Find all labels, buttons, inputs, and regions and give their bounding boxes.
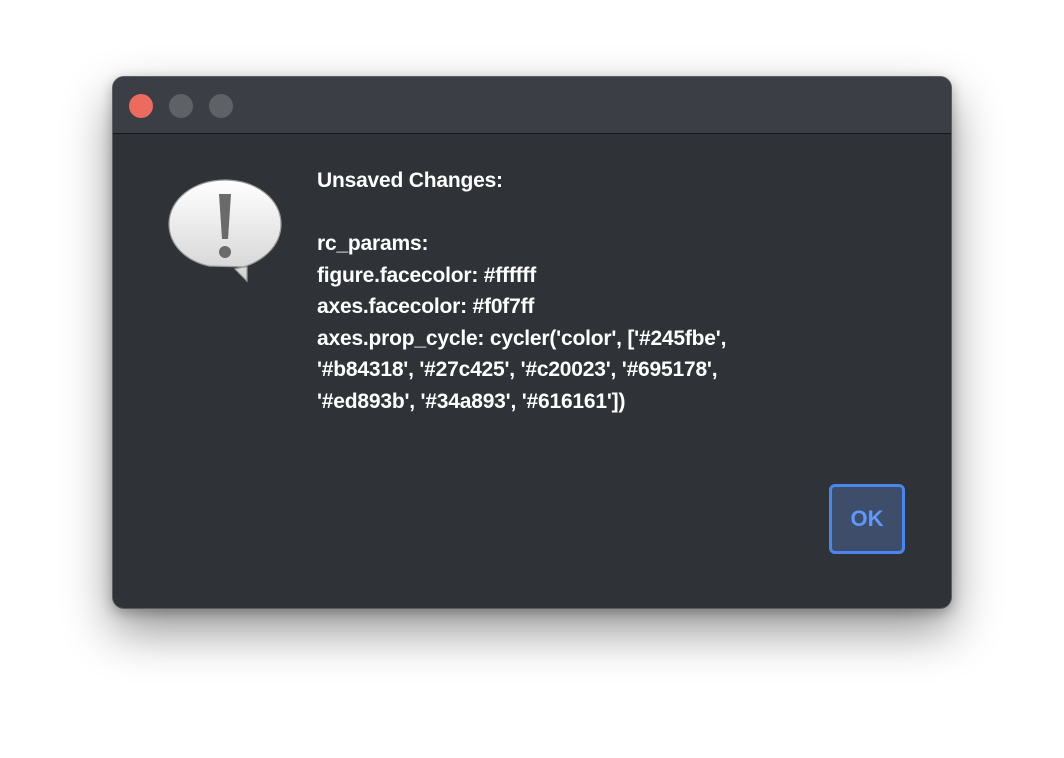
- message-line: axes.prop_cycle: cycler('color', ['#245f…: [317, 326, 727, 350]
- message-line: '#ed893b', '#34a893', '#616161']): [317, 389, 626, 413]
- message-line: rc_params:: [317, 232, 429, 255]
- message-line: '#b84318', '#27c425', '#c20023', '#69517…: [317, 358, 718, 381]
- minimize-window-button[interactable]: [169, 94, 193, 118]
- close-window-button[interactable]: [129, 94, 153, 118]
- ok-button[interactable]: OK: [829, 484, 905, 554]
- dialog-message: Unsaved Changes: rc_params: figure.faceco…: [317, 165, 917, 417]
- dialog-window: Unsaved Changes: rc_params: figure.faceco…: [112, 76, 952, 609]
- alert-speech-bubble-icon: [168, 179, 282, 283]
- title-bar[interactable]: [113, 77, 951, 134]
- zoom-window-button[interactable]: [209, 94, 233, 118]
- message-line: axes.facecolor: #f0f7ff: [317, 295, 535, 318]
- message-line: Unsaved Changes:: [317, 169, 503, 192]
- message-line: figure.facecolor: #ffffff: [317, 263, 537, 287]
- message-line: [317, 197, 917, 229]
